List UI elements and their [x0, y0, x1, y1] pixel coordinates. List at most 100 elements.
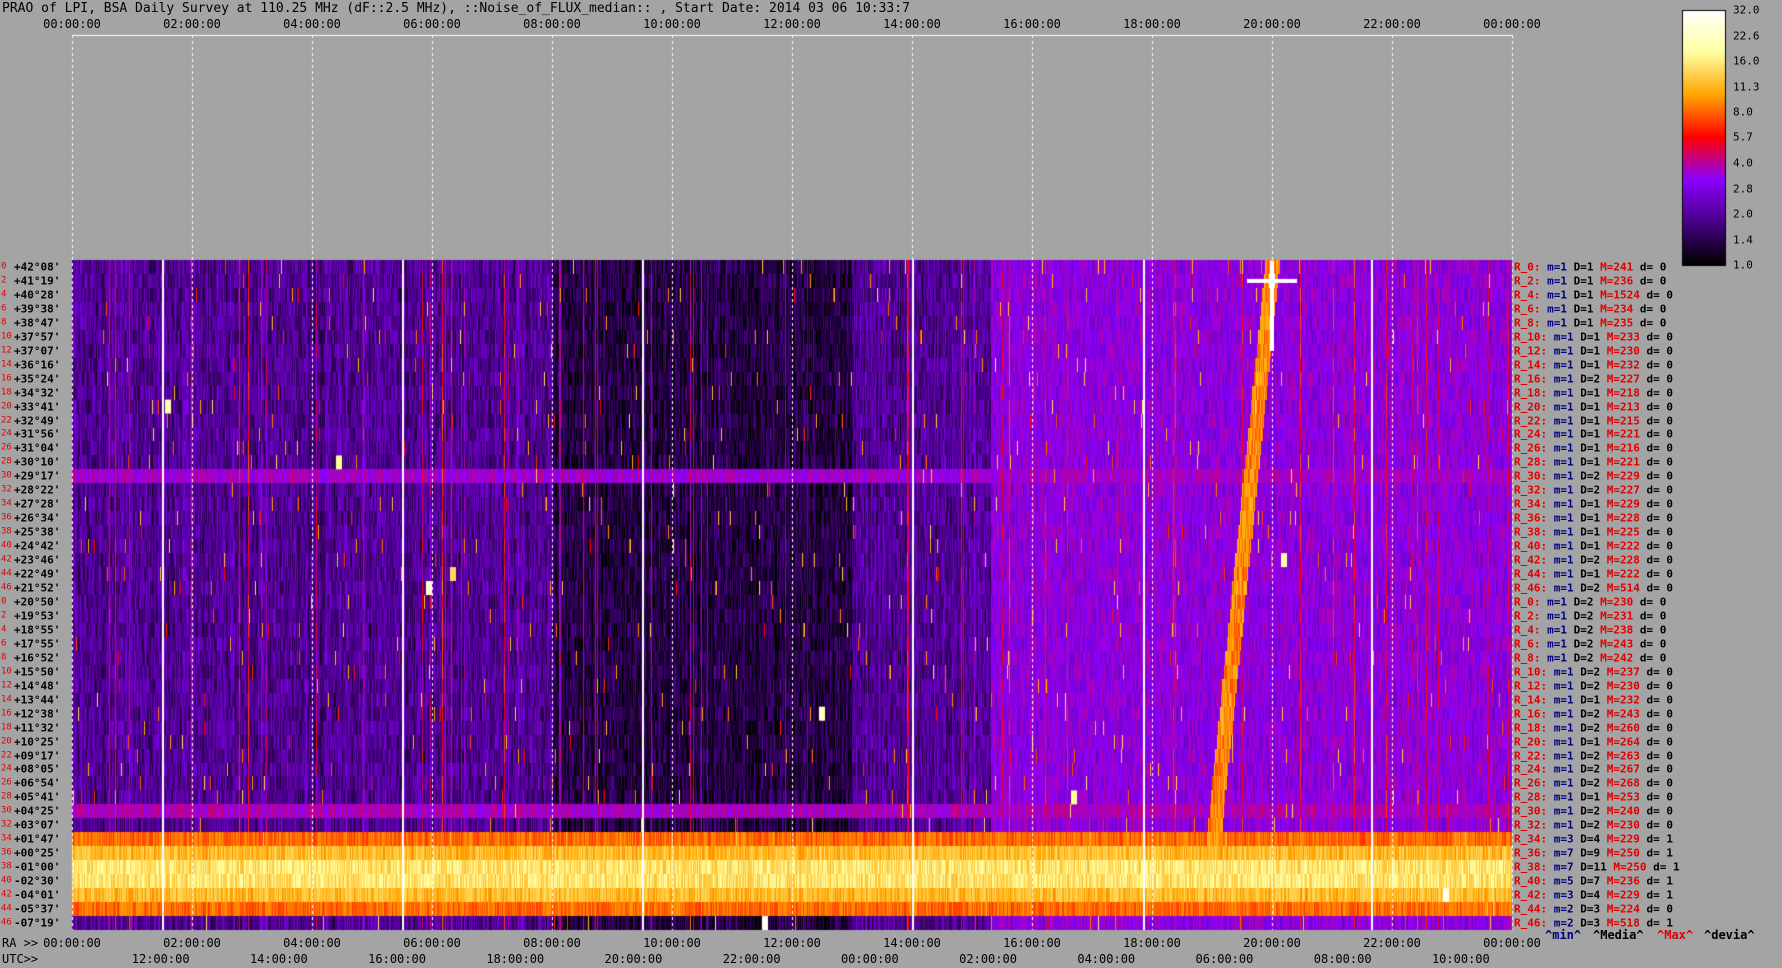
row-stat-mv: m=7: [1547, 846, 1574, 860]
row-stat-mv: m=1: [1547, 400, 1574, 414]
declination-label: +03°07': [14, 818, 61, 832]
row-index: 30: [1, 805, 12, 816]
top-time-tick: 10:00:00: [643, 17, 701, 31]
ra-tick: 06:00:00: [403, 936, 461, 950]
row-stat: R_38: m=7 D=11 M=250 d= 1: [1514, 861, 1680, 874]
row-stat-dd: d= 0: [1639, 818, 1673, 832]
row-index: 34: [1, 498, 12, 509]
utc-tick: 12:00:00: [131, 952, 190, 966]
row-stat: R_18: m=1 D=2 M=260 d= 0: [1514, 721, 1673, 734]
row-stat-lab: R_20:: [1514, 400, 1548, 414]
row-stat-lab: R_42:: [1514, 888, 1548, 902]
row-stat: R_26: m=1 D=1 M=216 d= 0: [1514, 442, 1673, 455]
row-index: 38: [1, 526, 12, 537]
row-stat: R_42: m=1 D=2 M=228 d= 0: [1514, 554, 1673, 567]
declination-label: +19°53': [14, 609, 61, 623]
top-time-tick: 22:00:00: [1363, 17, 1421, 31]
row-stat-dd: d= 0: [1639, 553, 1673, 567]
row-stat: R_20: m=1 D=1 M=213 d= 0: [1514, 400, 1673, 413]
row-stat-mv: m=7: [1547, 860, 1574, 874]
row-index: 24: [1, 428, 12, 439]
row-index: 8: [1, 652, 7, 663]
row-stat: R_40: m=5 D=7 M=236 d= 1: [1514, 875, 1673, 888]
top-time-tick: 00:00:00: [1483, 17, 1541, 31]
row-stat-Mv: M=230: [1600, 679, 1640, 693]
row-stat-lab: R_14:: [1514, 358, 1548, 372]
row-stat-mv: m=1: [1547, 721, 1574, 735]
row-stat: R_16: m=1 D=2 M=243 d= 0: [1514, 707, 1673, 720]
row-index: 44: [1, 568, 12, 579]
row-stat-Mv: M=229: [1600, 469, 1640, 483]
row-stat: R_40: m=1 D=1 M=222 d= 0: [1514, 540, 1673, 553]
row-stat-dv: D=2: [1573, 553, 1601, 567]
row-stat-mv: m=1: [1547, 693, 1574, 707]
row-stat-Mv: M=240: [1600, 804, 1640, 818]
declination-label: +01°47': [14, 832, 61, 846]
ra-tick: 00:00:00: [1483, 936, 1541, 950]
declination-label: +09°17': [14, 749, 61, 763]
row-stat-mv: m=1: [1547, 414, 1574, 428]
declination-label: +16°52': [14, 651, 61, 665]
row-stat-mv: m=1: [1540, 316, 1567, 330]
row-stat: R_2: m=1 D=2 M=231 d= 0: [1514, 609, 1666, 622]
row-stat-dv: D=1: [1573, 441, 1601, 455]
row-stat: R_44: m=2 D=3 M=224 d= 0: [1514, 903, 1673, 916]
row-stat-dd: d= 0: [1633, 637, 1667, 651]
row-stat-lab: R_6:: [1514, 637, 1541, 651]
row-stat-lab: R_14:: [1514, 693, 1548, 707]
row-stat-lab: R_30:: [1514, 804, 1548, 818]
row-stat: R_44: m=1 D=1 M=222 d= 0: [1514, 568, 1673, 581]
row-stat-Mv: M=243: [1593, 637, 1634, 651]
row-stat-lab: R_12:: [1514, 679, 1548, 693]
top-time-tick: 18:00:00: [1123, 17, 1181, 31]
row-stat-lab: R_42:: [1514, 553, 1548, 567]
row-stat-Mv: M=264: [1600, 735, 1640, 749]
row-stat-lab: R_24:: [1514, 427, 1548, 441]
row-stat-mv: m=1: [1547, 386, 1574, 400]
row-stat-Mv: M=229: [1600, 497, 1640, 511]
row-stat-mv: m=1: [1547, 511, 1574, 525]
declination-label: +35°24': [14, 372, 61, 386]
row-index: 34: [1, 833, 12, 844]
row-stat-lab: R_30:: [1514, 469, 1548, 483]
row-stat-dd: d= 0: [1633, 316, 1667, 330]
row-stat: R_34: m=3 D=4 M=229 d= 1: [1514, 833, 1673, 846]
row-index: 24: [1, 763, 12, 774]
row-stat-dv: D=1: [1573, 567, 1601, 581]
row-stat-lab: R_12:: [1514, 344, 1548, 358]
row-stat-mv: m=1: [1547, 679, 1574, 693]
row-index: 8: [1, 317, 7, 328]
row-stat-lab: R_10:: [1514, 665, 1548, 679]
declination-label: +13°44': [14, 693, 61, 707]
row-stat-lab: R_34:: [1514, 497, 1548, 511]
row-stat-lab: R_18:: [1514, 721, 1548, 735]
row-stat-dv: D=2: [1573, 581, 1601, 595]
declination-label: +32°49': [14, 414, 61, 428]
row-stat-dv: D=2: [1567, 595, 1594, 609]
row-stat-dv: D=2: [1573, 372, 1601, 386]
row-stat-dv: D=2: [1573, 469, 1601, 483]
row-stat-Mv: M=228: [1600, 553, 1640, 567]
declination-label: +30°10': [14, 455, 61, 469]
row-index: 46: [1, 917, 12, 928]
row-stat-lab: R_2:: [1514, 274, 1541, 288]
row-stat-dd: d= 0: [1639, 414, 1673, 428]
row-stat-dd: d= 0: [1639, 386, 1673, 400]
row-stat-lab: R_22:: [1514, 414, 1548, 428]
row-stat-mv: m=1: [1547, 665, 1574, 679]
row-index: 44: [1, 903, 12, 914]
row-stat-dd: d= 0: [1639, 762, 1673, 776]
row-stat: R_4: m=1 D=2 M=238 d= 0: [1514, 623, 1666, 636]
row-stat-Mv: M=233: [1600, 330, 1640, 344]
row-stat-lab: R_20:: [1514, 735, 1548, 749]
row-stat-Mv: M=234: [1593, 302, 1634, 316]
row-stat-Mv: M=232: [1600, 693, 1640, 707]
row-stat-mv: m=1: [1540, 595, 1567, 609]
row-stat-dv: D=1: [1573, 790, 1601, 804]
row-stat-Mv: M=218: [1600, 386, 1640, 400]
row-stat: R_42: m=3 D=4 M=229 d= 1: [1514, 889, 1673, 902]
row-stat-mv: m=1: [1540, 260, 1567, 274]
declination-label: +04°25': [14, 804, 61, 818]
row-stat-dv: D=1: [1573, 414, 1601, 428]
row-stat: R_0: m=1 D=2 M=230 d= 0: [1514, 595, 1666, 608]
